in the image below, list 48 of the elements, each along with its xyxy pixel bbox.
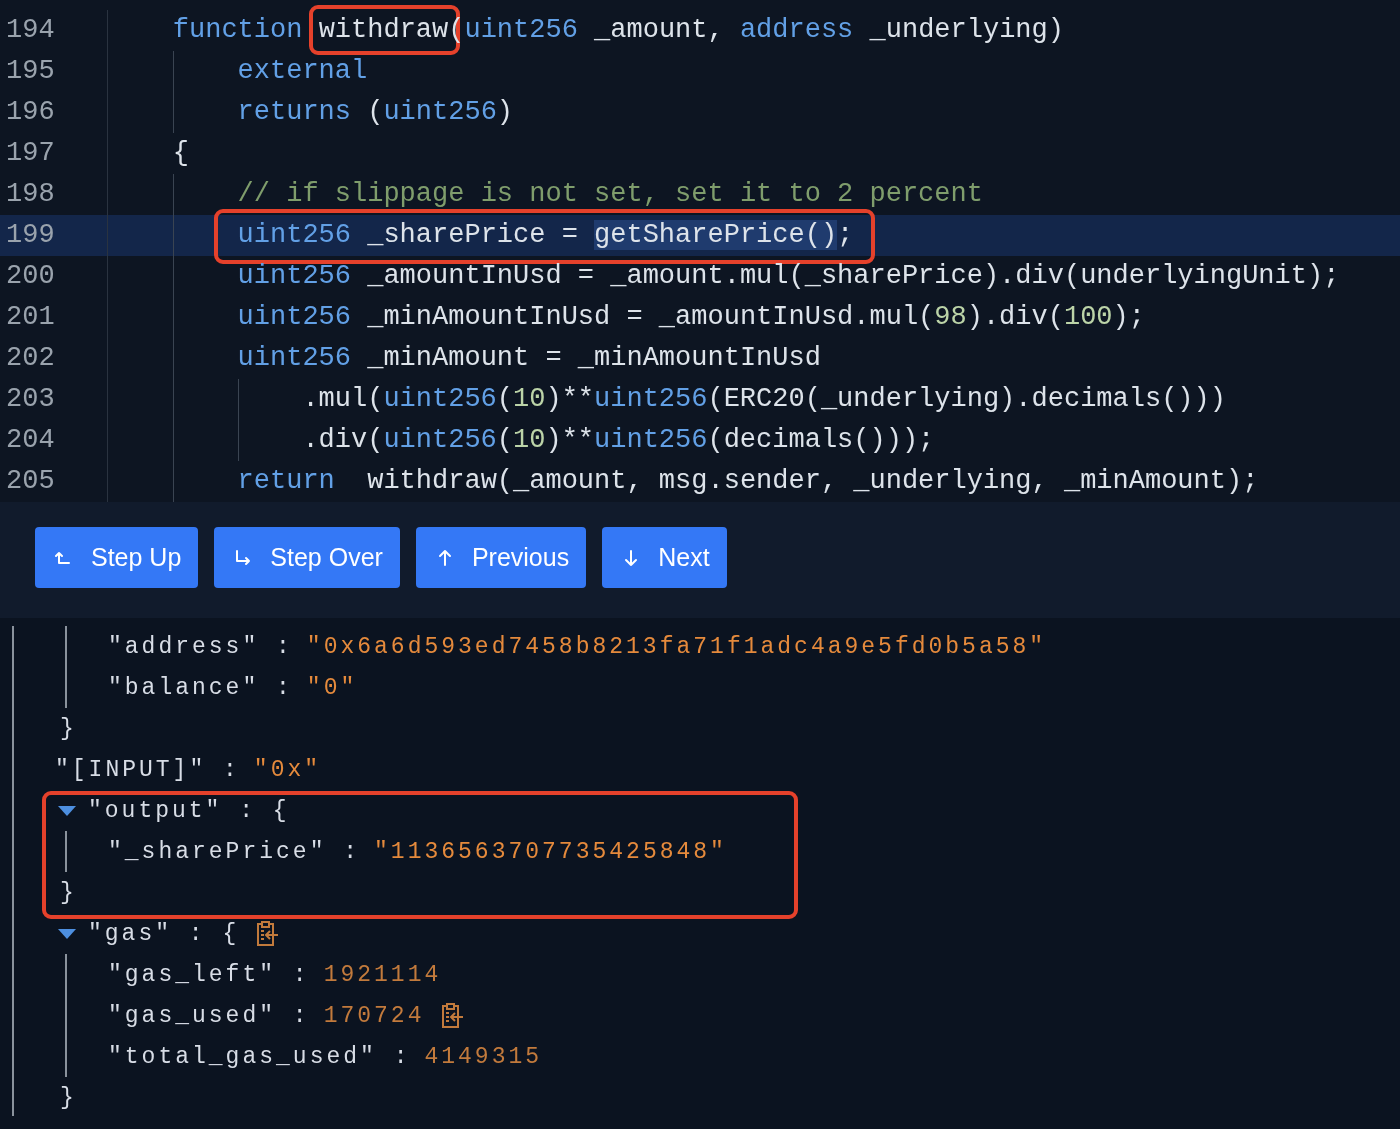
previous-button[interactable]: Previous [415,527,587,588]
json-key: "balance" : [108,674,293,701]
json-value: 170724 [323,1002,425,1029]
line-number: 202 [0,338,108,379]
code-line: uint256 _amountInUsd = _amount.mul(_sharePrice).div(underlyingUnit); [237,261,1340,291]
json-key: "gas_used" : [108,1002,310,1029]
code-line: uint256 _minAmount = _minAmountInUsd [237,343,821,373]
code-line: external [237,56,368,86]
line-number: 203 [0,379,108,420]
expanded-triangle-icon[interactable] [58,804,76,817]
code-line: uint256 _minAmountInUsd = _amountInUsd.mul(98).div(100); [237,302,1145,332]
json-key: "total_gas_used" : [108,1043,411,1070]
json-brace: } [60,879,77,906]
code-line: uint256 _sharePrice = getSharePrice(); [237,220,854,250]
expanded-triangle-icon[interactable] [58,927,76,940]
line-number: 197 [0,133,108,174]
json-key: "address" : [108,633,293,660]
step-over-button[interactable]: Step Over [214,527,400,588]
code-line: .div(uint256(10)**uint256(decimals())); [302,425,935,455]
code-line: { [172,138,189,168]
json-brace: } [60,1084,77,1111]
code-line: function withdraw(uint256 _amount, address _underlying) [172,15,1064,45]
json-key: "[INPUT]" : [55,756,240,783]
code-line: return withdraw(_amount, msg.sender, _underlying, _minAmount); [237,466,1259,496]
json-value: "0" [306,674,358,701]
json-key: "output" : { [88,797,290,824]
line-number: 195 [0,51,108,92]
line-number: 200 [0,256,108,297]
json-key: "gas" : { [88,920,240,947]
hook-arrow-right-icon [234,548,253,567]
json-value: "1136563707735425848" [374,838,727,865]
line-number: 199 [0,215,108,256]
json-value: "0x" [253,756,322,783]
code-line: returns (uint256) [237,97,514,127]
code-line: .mul(uint256(10)**uint256(ERC20(_underlying).decimals())) [302,384,1226,414]
code-line: // if slippage is not set, set it to 2 percent [237,179,983,209]
json-brace: } [60,715,77,742]
next-button[interactable]: Next [602,527,727,588]
line-number: 196 [0,92,108,133]
json-value: "0x6a6d593ed7458b8213fa71f1adc4a9e5fd0b5a58" [306,633,1047,660]
json-value: 1921114 [323,961,442,988]
line-number: 204 [0,420,108,461]
json-value: 4149315 [424,1043,543,1070]
json-key: "gas_left" : [108,961,310,988]
line-number: 194 [0,10,108,51]
json-key: "_sharePrice" : [108,838,361,865]
step-up-button[interactable]: Step Up [35,527,199,588]
line-number: 201 [0,297,108,338]
